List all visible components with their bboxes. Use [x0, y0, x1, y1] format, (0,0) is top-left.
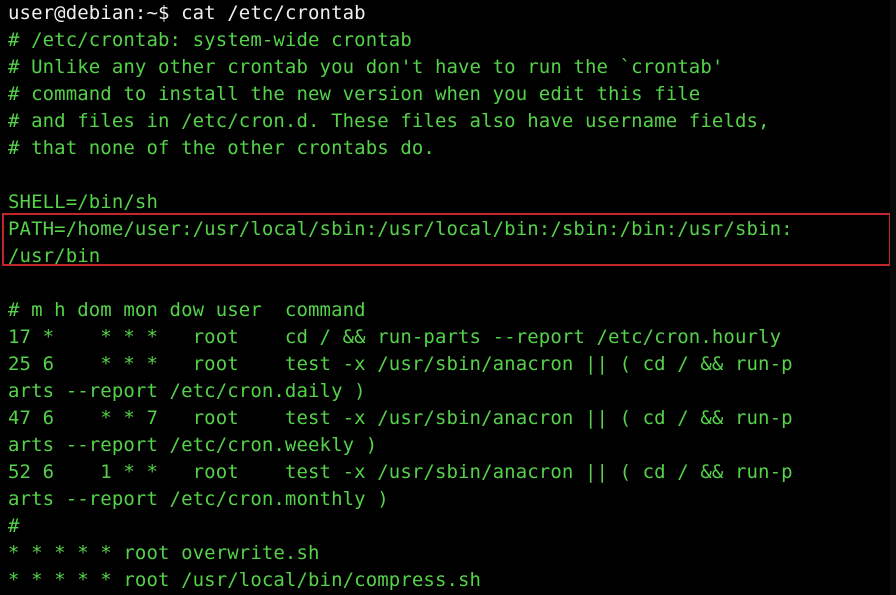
output-line: # command to install the new version whe… [8, 83, 701, 105]
output-line: # and files in /etc/cron.d. These files … [8, 110, 770, 132]
output-line: # that none of the other crontabs do. [8, 137, 435, 159]
output-line: # m h dom mon dow user command [8, 299, 366, 321]
path-line: PATH=/home/user:/usr/local/sbin:/usr/loc… [8, 218, 793, 240]
output-line: * * * * * root /usr/local/bin/compress.s… [8, 569, 482, 591]
shell-prompt: user@debian:~$ [8, 2, 182, 24]
command-line: user@debian:~$ cat /etc/crontab [8, 0, 366, 27]
command-text: cat /etc/crontab [181, 2, 366, 24]
output-line: arts --report /etc/cron.weekly ) [8, 434, 378, 456]
output-line: 47 6 * * 7 root test -x /usr/sbin/anacro… [8, 407, 793, 429]
output-line: arts --report /etc/cron.daily ) [8, 380, 366, 402]
output-line: 52 6 1 * * root test -x /usr/sbin/anacro… [8, 461, 793, 483]
output-line: # Unlike any other crontab you don't hav… [8, 56, 724, 78]
output-line: # [8, 515, 20, 537]
output-line: # /etc/crontab: system-wide crontab [8, 29, 412, 51]
output-line: * * * * * root overwrite.sh [8, 542, 320, 564]
output-line: SHELL=/bin/sh [8, 191, 159, 213]
output-line: arts --report /etc/cron.monthly ) [8, 488, 389, 510]
path-line-continued: /usr/bin [8, 245, 101, 267]
output-line: 25 6 * * * root test -x /usr/sbin/anacro… [8, 353, 793, 375]
output-line: 17 * * * * root cd / && run-parts --repo… [8, 326, 782, 348]
scrollbar[interactable] [890, 0, 896, 595]
terminal-window[interactable]: user@debian:~$ cat /etc/crontab # /etc/c… [0, 0, 896, 595]
